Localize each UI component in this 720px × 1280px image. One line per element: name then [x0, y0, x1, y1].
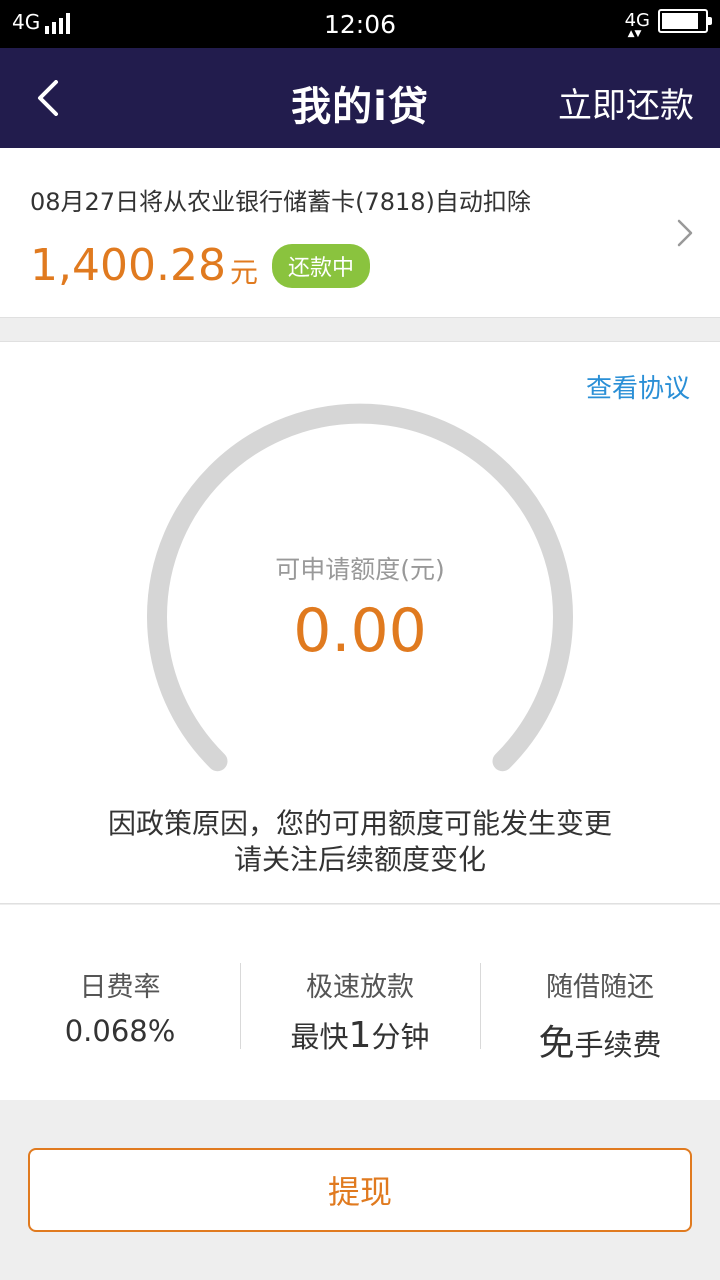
repay-now-button[interactable]: 立即还款 [558, 78, 694, 127]
repayment-amount: 1,400.28 [30, 240, 226, 291]
mobile-data-icon: 4G ▲▼ [624, 10, 650, 39]
withdraw-button[interactable]: 提现 [28, 1148, 692, 1232]
feature-title: 随借随还 [546, 972, 654, 1003]
feature-daily-rate: 日费率 0.068% [0, 905, 240, 1100]
feature-value: 最快1分钟 [240, 1014, 480, 1056]
feature-title: 极速放款 [306, 972, 414, 1003]
status-bar: 4G 12:06 4G ▲▼ [0, 0, 720, 48]
notice-line-2: 请关注后续额度变化 [233, 843, 486, 876]
feature-highlight: 免 [538, 1023, 575, 1064]
battery-icon [658, 9, 712, 33]
feature-value: 0.068% [64, 1014, 176, 1048]
gauge-track [147, 403, 573, 772]
policy-notice: 因政策原因，您的可用额度可能发生变更 请关注后续额度变化 [0, 806, 720, 878]
clock: 12:06 [323, 10, 397, 39]
feature-suffix: 手续费 [574, 1028, 662, 1062]
notice-line-1: 因政策原因，您的可用额度可能发生变更 [107, 807, 612, 840]
feature-highlight: 1 [348, 1015, 372, 1056]
feature-value: 免手续费 [480, 1014, 720, 1066]
view-agreement-link[interactable]: 查看协议 [586, 368, 690, 405]
bottom-area: 提现 [0, 1100, 720, 1280]
status-icons: 4G ▲▼ [624, 9, 712, 39]
network-type-right: 4G [624, 10, 650, 31]
feature-prefix: 最快 [290, 1020, 349, 1054]
credit-gauge [147, 403, 573, 772]
repayment-amount-row: 1,400.28 元 还款中 [30, 240, 370, 291]
status-badge: 还款中 [271, 243, 370, 288]
app-header: 我的i贷 立即还款 [0, 48, 720, 148]
feature-suffix: 分钟 [371, 1020, 430, 1054]
feature-strip: 日费率 0.068% 极速放款 最快1分钟 随借随还 免手续费 [0, 905, 720, 1100]
repayment-card[interactable]: 08月27日将从农业银行储蓄卡(7818)自动扣除 1,400.28 元 还款中 [0, 148, 720, 318]
chevron-right-icon[interactable] [676, 218, 694, 248]
repayment-description: 08月27日将从农业银行储蓄卡(7818)自动扣除 [30, 188, 531, 216]
feature-title: 日费率 [79, 972, 161, 1003]
feature-fast-loan: 极速放款 最快1分钟 [240, 905, 480, 1100]
credit-panel: 查看协议 可申请额度(元) 0.00 因政策原因，您的可用额度可能发生变更 请关… [0, 341, 720, 904]
credit-limit-value: 0.00 [293, 596, 427, 666]
feature-flexible-repay: 随借随还 免手续费 [480, 905, 720, 1100]
credit-limit-label: 可申请额度(元) [275, 555, 445, 584]
repayment-unit: 元 [229, 255, 258, 289]
